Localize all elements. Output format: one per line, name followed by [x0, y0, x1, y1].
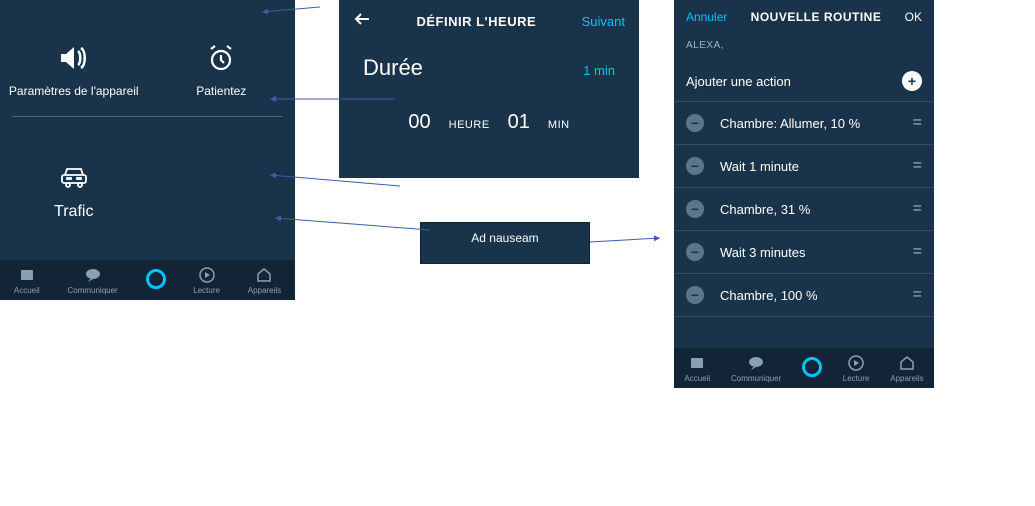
remove-icon[interactable]: − — [686, 243, 704, 261]
devices-icon — [899, 354, 915, 372]
nav-alexa[interactable] — [802, 358, 822, 378]
home-icon — [689, 354, 705, 372]
hours-unit: HEURE — [449, 119, 490, 131]
alexa-label: ALEXA, — [674, 34, 934, 61]
action-text: Chambre, 100 % — [716, 288, 913, 303]
nav-label: Lecture — [193, 286, 220, 295]
nav-label: Lecture — [843, 374, 870, 383]
remove-icon[interactable]: − — [686, 157, 704, 175]
drag-handle-icon[interactable]: = — [913, 286, 922, 304]
drag-handle-icon[interactable]: = — [913, 243, 922, 261]
ad-nauseam-box: Ad nauseam — [420, 222, 590, 264]
tile-grid: Paramètres de l'appareil Patientez — [0, 0, 295, 116]
nav-play[interactable]: Lecture — [843, 354, 870, 383]
nav-alexa[interactable] — [146, 270, 166, 290]
back-button[interactable] — [353, 10, 371, 33]
next-button[interactable]: Suivant — [582, 14, 625, 29]
speaker-icon — [0, 40, 148, 76]
alexa-ring-icon — [802, 358, 822, 376]
actions-panel: Paramètres de l'appareil Patientez Trafi… — [0, 0, 295, 300]
tile-wait[interactable]: Patientez — [148, 30, 296, 116]
mins-unit: MIN — [548, 119, 570, 131]
action-text: Wait 3 minutes — [716, 245, 913, 260]
home-icon — [19, 266, 35, 284]
topbar: DÉFINIR L'HEURE Suivant — [339, 0, 639, 43]
tile-grid-2: Trafic — [0, 117, 295, 241]
tile-label: Trafic — [0, 203, 148, 221]
action-text: Chambre: Allumer, 10 % — [716, 116, 913, 131]
action-item[interactable]: − Chambre: Allumer, 10 % = — [674, 102, 934, 145]
remove-icon[interactable]: − — [686, 200, 704, 218]
topbar: Annuler NOUVELLE ROUTINE OK — [674, 0, 934, 34]
tile-device-settings[interactable]: Paramètres de l'appareil — [0, 30, 148, 116]
chat-icon — [748, 354, 764, 372]
action-item[interactable]: − Wait 1 minute = — [674, 145, 934, 188]
remove-icon[interactable]: − — [686, 114, 704, 132]
action-text: Wait 1 minute — [716, 159, 913, 174]
action-item[interactable]: − Chambre, 100 % = — [674, 274, 934, 317]
bottom-nav: Accueil Communiquer Lecture Appareils — [0, 260, 295, 300]
ok-button[interactable]: OK — [905, 10, 922, 24]
drag-handle-icon[interactable]: = — [913, 200, 922, 218]
action-text: Chambre, 31 % — [716, 202, 913, 217]
plus-icon: + — [902, 71, 922, 91]
nav-devices[interactable]: Appareils — [248, 266, 281, 295]
play-icon — [199, 266, 215, 284]
nav-label: Accueil — [14, 286, 40, 295]
duration-value: 1 min — [583, 63, 615, 78]
car-icon — [0, 165, 148, 197]
tile-label: Paramètres de l'appareil — [0, 84, 148, 98]
remove-icon[interactable]: − — [686, 286, 704, 304]
nav-label: Communiquer — [731, 374, 781, 383]
play-icon — [848, 354, 864, 372]
drag-handle-icon[interactable]: = — [913, 157, 922, 175]
duration-label: Durée — [363, 55, 423, 81]
new-routine-panel: Annuler NOUVELLE ROUTINE OK ALEXA, Ajout… — [674, 0, 934, 388]
nav-communicate[interactable]: Communiquer — [731, 354, 781, 383]
set-time-panel: DÉFINIR L'HEURE Suivant Durée 1 min 00 H… — [339, 0, 639, 178]
tile-label: Patientez — [148, 84, 296, 98]
nav-communicate[interactable]: Communiquer — [67, 266, 117, 295]
action-item[interactable]: − Wait 3 minutes = — [674, 231, 934, 274]
nav-label: Appareils — [248, 286, 281, 295]
time-body: Durée 1 min 00 HEURE 01 MIN — [339, 43, 639, 134]
action-item[interactable]: − Chambre, 31 % = — [674, 188, 934, 231]
nav-home[interactable]: Accueil — [14, 266, 40, 295]
cancel-button[interactable]: Annuler — [686, 10, 727, 24]
time-picker[interactable]: 00 HEURE 01 MIN — [363, 111, 615, 134]
alexa-ring-icon — [146, 270, 166, 288]
chat-icon — [85, 266, 101, 284]
drag-handle-icon[interactable]: = — [913, 114, 922, 132]
nav-home[interactable]: Accueil — [684, 354, 710, 383]
panel-title: NOUVELLE ROUTINE — [751, 10, 882, 24]
nav-label: Accueil — [684, 374, 710, 383]
add-action-row[interactable]: Ajouter une action + — [674, 61, 934, 102]
nav-label: Appareils — [890, 374, 923, 383]
nav-label: Communiquer — [67, 286, 117, 295]
nav-devices[interactable]: Appareils — [890, 354, 923, 383]
add-action-label: Ajouter une action — [686, 74, 791, 89]
ad-nauseam-text: Ad nauseam — [471, 231, 538, 245]
bottom-nav: Accueil Communiquer Lecture Appareils — [674, 348, 934, 388]
nav-play[interactable]: Lecture — [193, 266, 220, 295]
tile-traffic[interactable]: Trafic — [0, 147, 148, 241]
alarm-clock-icon — [148, 40, 296, 76]
panel-title: DÉFINIR L'HEURE — [416, 14, 536, 29]
action-list: − Chambre: Allumer, 10 % = − Wait 1 minu… — [674, 102, 934, 388]
mins-value[interactable]: 01 — [508, 111, 530, 134]
hours-value[interactable]: 00 — [408, 111, 430, 134]
devices-icon — [256, 266, 272, 284]
